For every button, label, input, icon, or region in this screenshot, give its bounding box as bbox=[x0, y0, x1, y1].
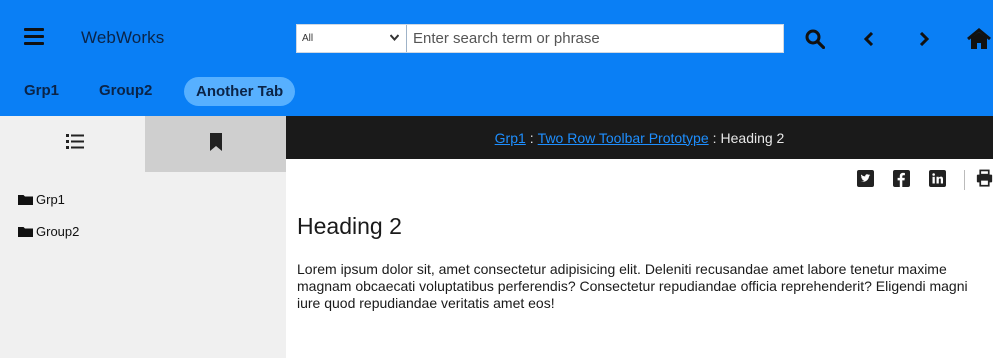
breadcrumb-separator: : bbox=[529, 129, 534, 146]
body-paragraph: Lorem ipsum dolor sit, amet consectetur … bbox=[297, 261, 968, 311]
breadcrumb-current: Heading 2 bbox=[720, 129, 785, 146]
list-icon bbox=[66, 134, 84, 154]
bookmark-icon bbox=[209, 132, 222, 156]
brand-title[interactable]: WebWorks bbox=[81, 28, 164, 48]
chevron-right-icon[interactable] bbox=[913, 24, 935, 54]
search-scope-value: All bbox=[302, 33, 314, 44]
search-scope-select[interactable]: All bbox=[297, 25, 407, 52]
print-icon[interactable] bbox=[976, 168, 993, 188]
search-box: All bbox=[296, 24, 784, 53]
menu-icon[interactable] bbox=[24, 28, 44, 46]
folder-icon bbox=[18, 194, 36, 205]
toolbar-row-main: WebWorks All bbox=[0, 0, 993, 76]
facebook-icon[interactable] bbox=[893, 168, 910, 188]
sidebar: Grp1 Group2 bbox=[0, 116, 286, 358]
tab-group2[interactable]: Group2 bbox=[99, 76, 152, 116]
breadcrumb-link-prototype[interactable]: Two Row Toolbar Prototype bbox=[538, 130, 709, 146]
sidebar-tab-toc[interactable] bbox=[5, 116, 145, 172]
search-input[interactable] bbox=[408, 25, 783, 52]
chevron-left-icon[interactable] bbox=[858, 24, 880, 54]
main-content: Grp1 : Two Row Toolbar Prototype : Headi… bbox=[286, 116, 993, 358]
sidebar-tab-bookmarks[interactable] bbox=[145, 116, 286, 172]
folder-icon bbox=[18, 226, 36, 237]
breadcrumb-link-grp1[interactable]: Grp1 bbox=[495, 130, 526, 146]
search-icon[interactable] bbox=[800, 24, 830, 54]
page-heading: Heading 2 bbox=[297, 213, 402, 239]
chevron-down-icon bbox=[389, 33, 400, 44]
toolbar-tabs: Grp1 Group2 Another Tab bbox=[0, 76, 993, 116]
share-divider bbox=[964, 170, 965, 190]
linkedin-icon[interactable] bbox=[929, 168, 946, 188]
tree-item-group2[interactable]: Group2 bbox=[18, 224, 79, 239]
tree-item-grp1[interactable]: Grp1 bbox=[18, 192, 65, 207]
tree-item-label: Group2 bbox=[36, 224, 80, 239]
home-icon[interactable] bbox=[965, 24, 993, 54]
top-toolbar: WebWorks All Grp1 Group2 Another Tab bbox=[0, 0, 993, 116]
tab-grp1[interactable]: Grp1 bbox=[24, 76, 59, 116]
twitter-icon[interactable] bbox=[857, 168, 874, 188]
tree-item-label: Grp1 bbox=[36, 192, 65, 207]
breadcrumb-separator: : bbox=[712, 129, 717, 146]
tab-another-tab[interactable]: Another Tab bbox=[184, 77, 296, 106]
breadcrumb: Grp1 : Two Row Toolbar Prototype : Headi… bbox=[286, 116, 993, 159]
